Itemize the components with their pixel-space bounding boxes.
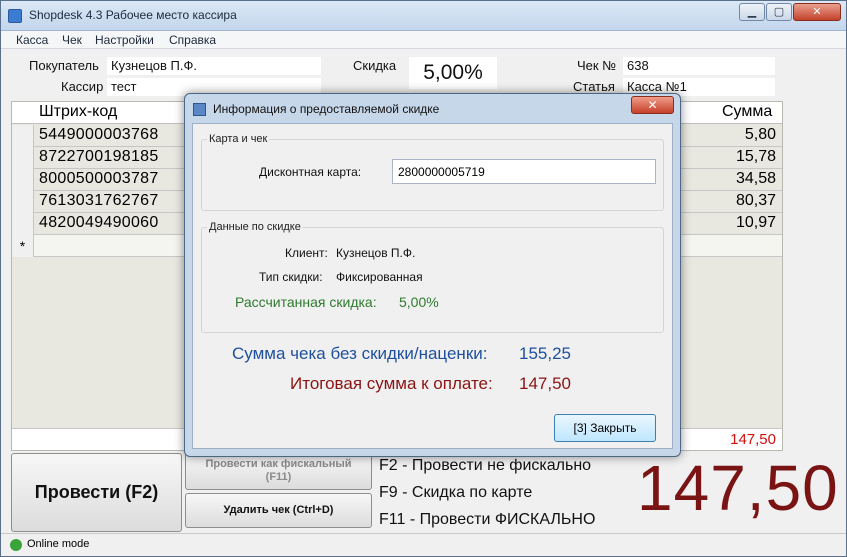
window-title: Shopdesk 4.3 Рабочее место кассира <box>29 8 237 22</box>
status-icon <box>10 539 22 551</box>
row-selector[interactable] <box>12 125 34 147</box>
total-to-pay-value: 147,50 <box>519 374 571 393</box>
post-button[interactable]: Провести (F2) <box>11 453 182 532</box>
menu-bar: Касса Чек Настройки Справка <box>1 31 846 49</box>
dialog-body: Карта и чек Дисконтная карта: 2800000005… <box>192 123 673 449</box>
sum-cell: 34,58 <box>735 170 776 187</box>
buyer-label: Покупатель <box>29 58 99 73</box>
title-bar: Shopdesk 4.3 Рабочее место кассира ▁ ▢ ✕ <box>1 1 846 31</box>
grid-total: 147,50 <box>730 431 776 448</box>
sum-cell: 15,78 <box>735 148 776 165</box>
app-icon <box>8 9 22 23</box>
sum-cell: 10,97 <box>735 214 776 231</box>
calc-discount-label: Рассчитанная скидка: <box>235 294 377 310</box>
hint-f9: F9 - Скидка по карте <box>379 484 533 501</box>
menu-check[interactable]: Чек <box>62 33 82 47</box>
dialog-close-icon[interactable]: ✕ <box>631 96 674 114</box>
dialog-icon <box>193 103 206 116</box>
maximize-button[interactable]: ▢ <box>766 3 792 21</box>
total-to-pay-label: Итоговая сумма к оплате: <box>290 374 493 393</box>
status-bar: Online mode <box>1 533 846 556</box>
barcode-cell: 8722700198185 <box>39 148 159 165</box>
col-sum-header[interactable]: Сумма <box>722 103 772 121</box>
sum-without-discount-label: Сумма чека без скидки/наценки: <box>232 344 488 363</box>
status-mode: Online mode <box>27 538 90 550</box>
card-field[interactable]: 2800000005719 <box>392 159 656 184</box>
menu-help[interactable]: Справка <box>169 33 216 47</box>
col-barcode-header[interactable]: Штрих-код <box>39 103 117 121</box>
menu-kassa[interactable]: Касса <box>16 33 48 47</box>
big-total: 147,50 <box>637 452 839 524</box>
minimize-button[interactable]: ▁ <box>739 3 765 21</box>
card-label: Дисконтная карта: <box>259 165 362 179</box>
discount-type-label: Тип скидки: <box>259 270 323 284</box>
barcode-cell: 7613031762767 <box>39 192 159 209</box>
menu-settings[interactable]: Настройки <box>95 33 154 47</box>
hint-f11: F11 - Провести ФИСКАЛЬНО <box>379 511 596 528</box>
group-card-label: Карта и чек <box>207 133 270 145</box>
client-value: Кузнецов П.Ф. <box>336 246 416 260</box>
buyer-field[interactable]: Кузнецов П.Ф. <box>107 57 321 75</box>
barcode-cell: 4820049490060 <box>39 214 159 231</box>
discount-dialog: Информация о предоставляемой скидке ✕ Ка… <box>184 93 681 457</box>
discount-label: Скидка <box>353 58 397 73</box>
barcode-cell: 5449000003768 <box>39 126 159 143</box>
calc-discount-value: 5,00% <box>399 294 439 310</box>
close-button[interactable]: ✕ <box>793 3 841 21</box>
barcode-cell: 8000500003787 <box>39 170 159 187</box>
cashier-label: Кассир <box>61 79 104 94</box>
row-selector[interactable] <box>12 191 34 213</box>
new-row-marker: * <box>12 235 34 257</box>
check-number-label: Чек № <box>577 58 617 73</box>
discount-field: 5,00% <box>409 57 497 89</box>
hint-f2: F2 - Провести не фискально <box>379 457 592 474</box>
client-label: Клиент: <box>285 246 328 260</box>
check-number-field: 638 <box>623 57 775 75</box>
dialog-close-button[interactable]: [3] Закрыть <box>554 414 656 442</box>
sum-cell: 80,37 <box>735 192 776 209</box>
row-selector[interactable] <box>12 213 34 235</box>
row-selector[interactable] <box>12 169 34 191</box>
article-label: Статья <box>573 79 615 94</box>
sum-cell: 5,80 <box>744 126 776 143</box>
dialog-title: Информация о предоставляемой скидке <box>213 102 440 116</box>
row-selector[interactable] <box>12 147 34 169</box>
delete-check-button[interactable]: Удалить чек (Ctrl+D) <box>185 493 372 528</box>
sum-without-discount-value: 155,25 <box>519 344 571 363</box>
group-discount-label: Данные по скидке <box>207 221 303 233</box>
discount-type-value: Фиксированная <box>336 270 423 284</box>
post-fiscal-button[interactable]: Провести как фискальный (F11) <box>185 453 372 490</box>
